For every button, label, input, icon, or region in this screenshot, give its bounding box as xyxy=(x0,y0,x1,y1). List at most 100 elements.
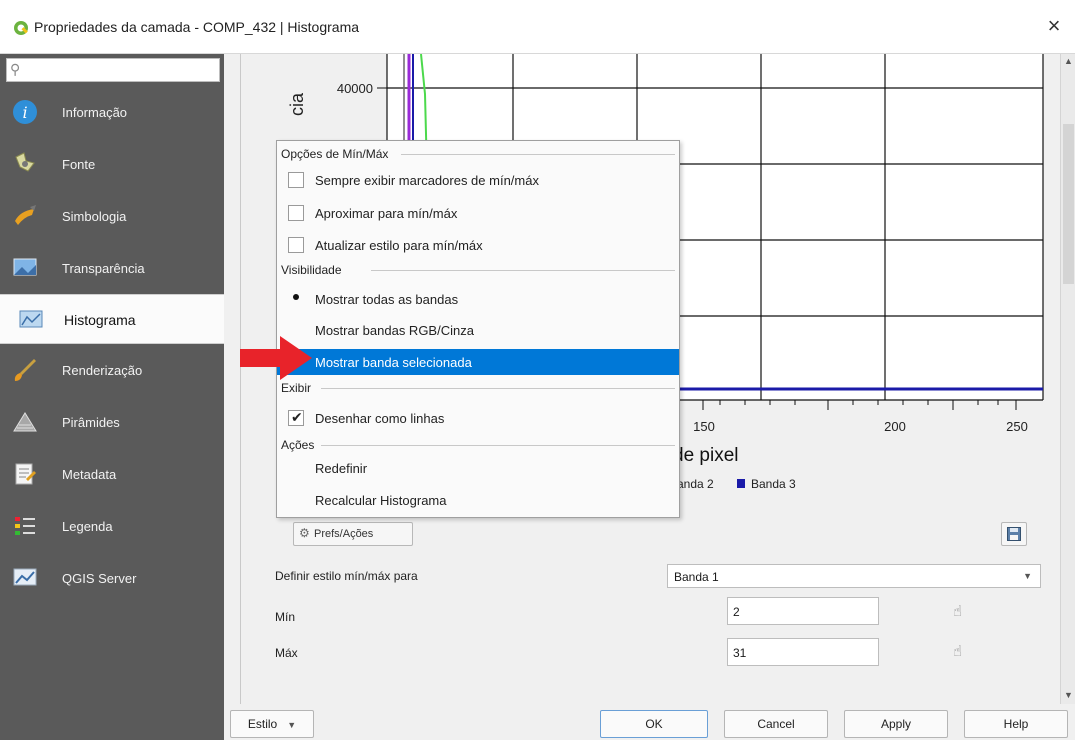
menu-item-show-rgb-gray[interactable]: Mostrar bandas RGB/Cinza xyxy=(277,317,679,343)
sidebar-item-metadata[interactable]: Metadata xyxy=(0,450,224,500)
symbology-icon xyxy=(15,205,36,225)
ok-button-label: OK xyxy=(645,717,663,731)
transparency-icon xyxy=(13,258,37,276)
cancel-button[interactable]: Cancel xyxy=(724,710,828,738)
x-axis-ticks xyxy=(702,400,1017,410)
pick-max-hand-icon[interactable]: ☝ xyxy=(953,642,962,660)
max-field-value: 31 xyxy=(733,646,747,660)
x-axis-label: de pixel xyxy=(673,445,739,466)
menu-item-draw-as-lines[interactable]: Desenhar como linhas xyxy=(277,405,679,431)
help-button-label: Help xyxy=(1003,717,1029,731)
scroll-up-icon[interactable]: ▲ xyxy=(1064,56,1073,66)
sidebar-item-label: Histograma xyxy=(64,312,136,328)
sidebar-item-label: Fonte xyxy=(62,157,96,172)
search-input[interactable]: ⚲ xyxy=(6,58,220,82)
min-field[interactable]: 2 xyxy=(727,597,879,625)
chevron-down-icon: ▼ xyxy=(287,720,297,730)
radio-selected-icon xyxy=(293,294,299,300)
menu-item-reset[interactable]: Redefinir xyxy=(277,455,679,481)
sidebar: ⚲ i Informação Fonte Simbologia Transpar… xyxy=(0,54,224,740)
x-tick-label: 150 xyxy=(693,419,715,434)
window-title: Propriedades da camada - COMP_432 | Hist… xyxy=(34,19,360,35)
sidebar-item-fonte[interactable]: Fonte xyxy=(0,140,224,190)
histogram-icon xyxy=(19,310,43,328)
menu-item-label: Desenhar como linhas xyxy=(315,411,445,426)
checkbox[interactable] xyxy=(288,205,304,221)
sidebar-item-label: QGIS Server xyxy=(62,571,137,586)
scrollbar-thumb[interactable] xyxy=(1063,124,1074,284)
sidebar-item-renderizacao[interactable]: Renderização xyxy=(0,346,224,396)
menu-item-label: Recalcular Histograma xyxy=(315,493,447,508)
section-display: Exibir xyxy=(281,381,312,395)
sidebar-item-histograma[interactable]: Histograma xyxy=(0,294,224,344)
sidebar-item-label: Metadata xyxy=(62,467,117,482)
checkbox-checked[interactable] xyxy=(288,409,304,426)
band-select-value: Banda 1 xyxy=(674,570,719,584)
section-visibility: Visibilidade xyxy=(281,263,342,277)
sidebar-item-simbologia[interactable]: Simbologia xyxy=(0,192,224,242)
ok-button[interactable]: OK xyxy=(600,710,708,738)
source-icon xyxy=(15,152,35,172)
max-label: Máx xyxy=(275,646,298,660)
menu-item-recompute-histogram[interactable]: Recalcular Histograma xyxy=(277,487,679,513)
metadata-icon xyxy=(15,463,36,485)
section-minmax: Opções de Mín/Máx xyxy=(281,147,389,161)
cancel-button-label: Cancel xyxy=(757,717,795,731)
help-button[interactable]: Help xyxy=(964,710,1068,738)
search-icon: ⚲ xyxy=(10,61,21,77)
x-tick-label: 250 xyxy=(1006,419,1028,434)
y-axis-label: cia xyxy=(287,92,307,116)
section-divider xyxy=(371,270,675,271)
save-icon xyxy=(1007,527,1021,541)
scroll-down-icon[interactable]: ▼ xyxy=(1064,690,1073,700)
checkbox[interactable] xyxy=(288,237,304,253)
legend-label-banda-3: Banda 3 xyxy=(751,477,796,491)
vertical-scrollbar[interactable]: ▲ ▼ xyxy=(1060,54,1075,704)
qgis-server-icon xyxy=(13,568,37,586)
menu-item-label: Mostrar banda selecionada xyxy=(315,355,472,370)
sidebar-item-label: Informação xyxy=(62,105,128,120)
apply-button-label: Apply xyxy=(880,717,912,731)
sidebar-item-legenda[interactable]: Legenda xyxy=(0,502,224,552)
save-histogram-button[interactable] xyxy=(1001,522,1027,546)
gear-icon: ⚙ xyxy=(299,526,310,540)
qgis-logo-icon xyxy=(14,21,28,35)
apply-button[interactable]: Apply xyxy=(844,710,948,738)
menu-item-label: Redefinir xyxy=(315,461,368,476)
menu-item-show-all-bands[interactable]: Mostrar todas as bandas xyxy=(277,286,679,312)
section-actions: Ações xyxy=(281,438,315,452)
svg-text:i: i xyxy=(22,103,27,122)
rendering-icon xyxy=(14,359,36,381)
info-icon: i xyxy=(13,100,37,124)
menu-item-label: Mostrar bandas RGB/Cinza xyxy=(315,323,474,338)
menu-item-zoom-minmax[interactable]: Aproximar para mín/máx xyxy=(277,200,679,226)
pick-min-hand-icon[interactable]: ☝ xyxy=(953,602,962,620)
prefs-actions-menu: Opções de Mín/Máx Sempre exibir marcador… xyxy=(276,140,680,518)
legend-icon xyxy=(15,517,35,535)
x-tick-label: 200 xyxy=(884,419,906,434)
menu-item-always-show-markers[interactable]: Sempre exibir marcadores de mín/máx xyxy=(277,167,679,193)
band-select[interactable]: Banda 1 ▼ xyxy=(667,564,1041,588)
red-arrow-icon xyxy=(240,336,312,380)
min-label: Mín xyxy=(275,610,296,624)
section-divider xyxy=(321,388,675,389)
sidebar-item-informacao[interactable]: i Informação xyxy=(0,88,224,138)
menu-item-show-selected-band[interactable]: Mostrar banda selecionada xyxy=(277,349,679,375)
prefs-actions-label: Prefs/Ações xyxy=(314,528,374,540)
sidebar-item-label: Pirâmides xyxy=(62,415,120,430)
sidebar-item-piramides[interactable]: Pirâmides xyxy=(0,398,224,448)
sidebar-item-transparencia[interactable]: Transparência xyxy=(0,244,224,294)
set-minmax-label: Definir estilo mín/máx para xyxy=(275,569,418,583)
prefs-actions-button[interactable]: ⚙ Prefs/Ações xyxy=(293,522,413,546)
menu-item-update-style[interactable]: Atualizar estilo para mín/máx xyxy=(277,232,679,258)
max-field[interactable]: 31 xyxy=(727,638,879,666)
checkbox[interactable] xyxy=(288,172,304,188)
sidebar-item-qgis-server[interactable]: QGIS Server xyxy=(0,554,224,604)
y-tick-label: 40000 xyxy=(337,81,373,96)
style-button[interactable]: Estilo ▼ xyxy=(230,710,314,738)
menu-item-label: Mostrar todas as bandas xyxy=(315,292,459,307)
menu-item-label: Aproximar para mín/máx xyxy=(315,206,458,221)
pyramids-icon xyxy=(13,412,37,432)
section-divider xyxy=(401,154,675,155)
close-icon[interactable]: × xyxy=(1041,13,1067,39)
